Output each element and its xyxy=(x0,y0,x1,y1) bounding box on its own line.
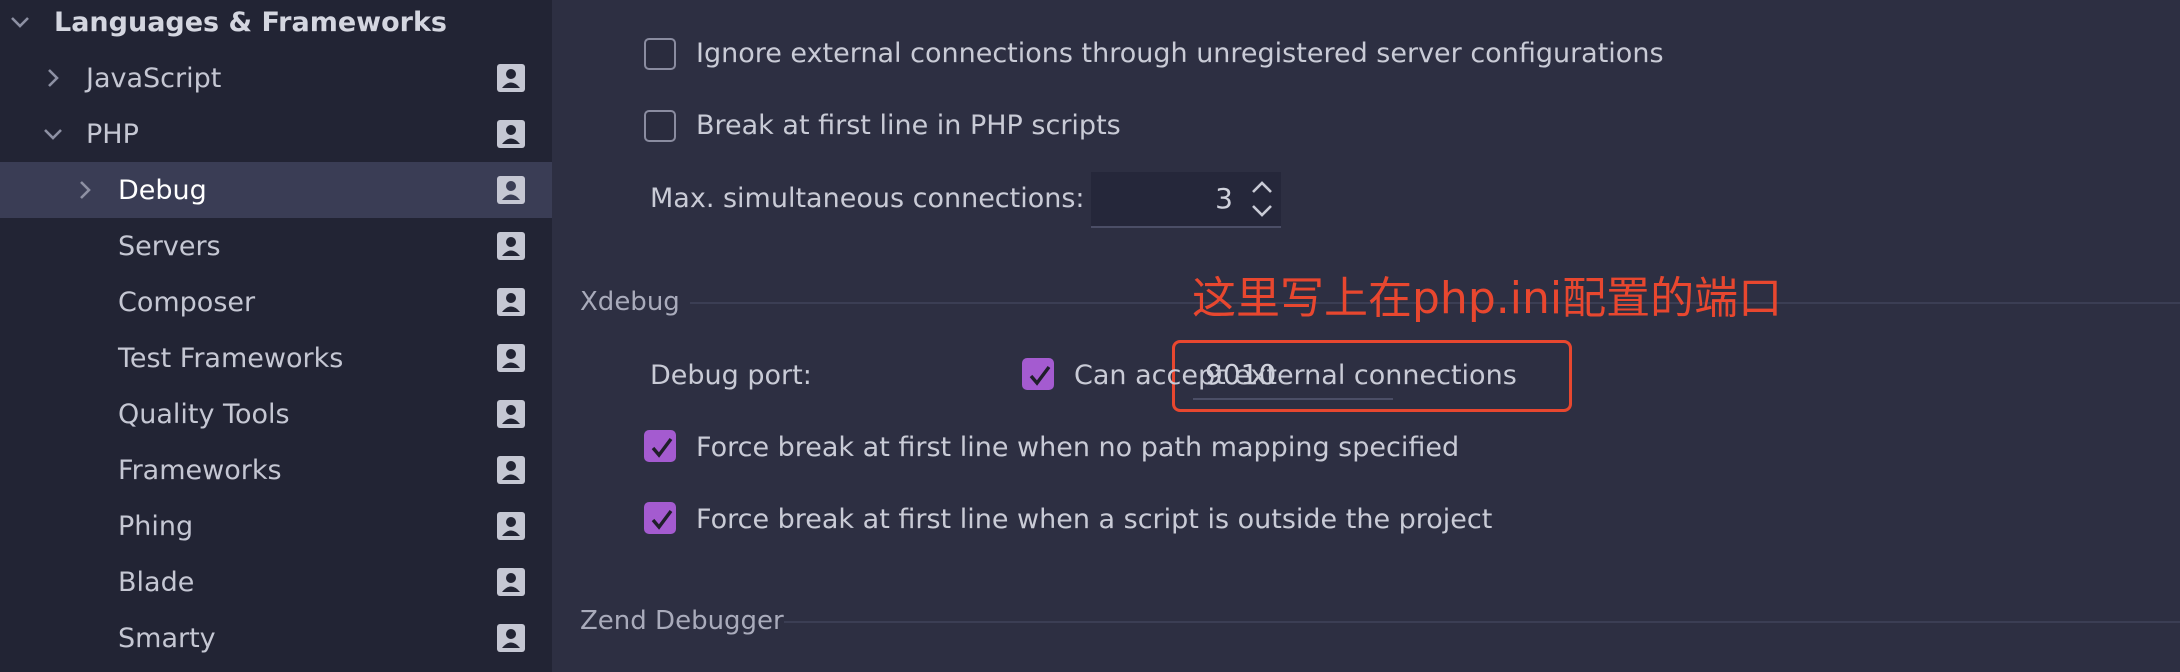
sidebar-item-label: Composer xyxy=(118,286,256,318)
sidebar-item-label: Quality Tools xyxy=(118,398,290,430)
max-connections-spinner[interactable]: 3 xyxy=(1091,172,1281,228)
project-settings-icon xyxy=(496,119,526,149)
settings-sidebar: Languages & Frameworks JavaScript PHP De… xyxy=(0,0,552,672)
sidebar-item-label: Frameworks xyxy=(118,454,282,486)
sidebar-item-composer[interactable]: Composer xyxy=(0,274,552,330)
xdebug-section-title: Xdebug xyxy=(580,287,680,317)
project-settings-icon xyxy=(496,567,526,597)
chevron-down-icon[interactable] xyxy=(9,11,31,33)
sidebar-item-frameworks[interactable]: Frameworks xyxy=(0,442,552,498)
sidebar-item-label: Servers xyxy=(118,230,221,262)
force-break-outside-label: Force break at first line when a script … xyxy=(696,504,1493,535)
chevron-right-icon[interactable] xyxy=(74,179,96,201)
chevron-right-icon[interactable] xyxy=(42,67,64,89)
annotation-text: 这里写上在php.ini配置的端口 xyxy=(1192,273,1783,324)
sidebar-item-smarty[interactable]: Smarty xyxy=(0,610,552,666)
chevron-down-icon[interactable] xyxy=(42,123,64,145)
sidebar-item-label: Test Frameworks xyxy=(118,342,344,374)
project-settings-icon xyxy=(496,455,526,485)
project-settings-icon xyxy=(496,175,526,205)
sidebar-item-label: Phing xyxy=(118,510,194,542)
project-settings-icon xyxy=(496,511,526,541)
project-settings-icon xyxy=(496,63,526,93)
sidebar-item-debug[interactable]: Debug xyxy=(0,162,552,218)
sidebar-item-blade[interactable]: Blade xyxy=(0,554,552,610)
max-connections-label: Max. simultaneous connections: xyxy=(650,183,1085,214)
sidebar-item-label: Blade xyxy=(118,566,195,598)
force-break-no-mapping-checkbox[interactable] xyxy=(644,430,676,462)
sidebar-item-quality-tools[interactable]: Quality Tools xyxy=(0,386,552,442)
max-connections-value: 3 xyxy=(1215,182,1233,215)
sidebar-item-languages-frameworks[interactable]: Languages & Frameworks xyxy=(0,0,552,50)
sidebar-item-test-frameworks[interactable]: Test Frameworks xyxy=(0,330,552,386)
project-settings-icon xyxy=(496,343,526,373)
spinner-arrows-icon[interactable] xyxy=(1247,176,1277,222)
sidebar-item-label: Debug xyxy=(118,174,207,206)
checkmark-icon xyxy=(1029,365,1051,386)
project-settings-icon xyxy=(496,399,526,429)
sidebar-item-javascript[interactable]: JavaScript xyxy=(0,50,552,106)
zend-debugger-section-title: Zend Debugger xyxy=(580,606,784,636)
checkmark-icon xyxy=(651,509,673,530)
project-settings-icon xyxy=(496,623,526,653)
sidebar-item-label: Languages & Frameworks xyxy=(54,6,448,38)
accept-external-label: Can accept external connections xyxy=(1074,360,1517,391)
sidebar-item-label: Smarty xyxy=(118,622,216,654)
sidebar-item-servers[interactable]: Servers xyxy=(0,218,552,274)
checkmark-icon xyxy=(651,437,673,458)
sidebar-item-php[interactable]: PHP xyxy=(0,106,552,162)
sidebar-item-label: JavaScript xyxy=(86,62,222,94)
accept-external-checkbox[interactable] xyxy=(1022,358,1054,390)
ignore-external-checkbox[interactable] xyxy=(644,38,676,70)
break-first-line-label: Break at first line in PHP scripts xyxy=(696,110,1121,141)
force-break-no-mapping-label: Force break at first line when no path m… xyxy=(696,432,1460,463)
section-divider xyxy=(784,621,2180,623)
debug-settings-panel xyxy=(552,0,2180,672)
sidebar-item-phing[interactable]: Phing xyxy=(0,498,552,554)
break-first-line-checkbox[interactable] xyxy=(644,110,676,142)
ignore-external-label: Ignore external connections through unre… xyxy=(696,38,1664,69)
project-settings-icon xyxy=(496,231,526,261)
project-settings-icon xyxy=(496,287,526,317)
sidebar-item-label: PHP xyxy=(86,118,139,150)
force-break-outside-checkbox[interactable] xyxy=(644,502,676,534)
debug-port-label: Debug port: xyxy=(650,360,812,391)
